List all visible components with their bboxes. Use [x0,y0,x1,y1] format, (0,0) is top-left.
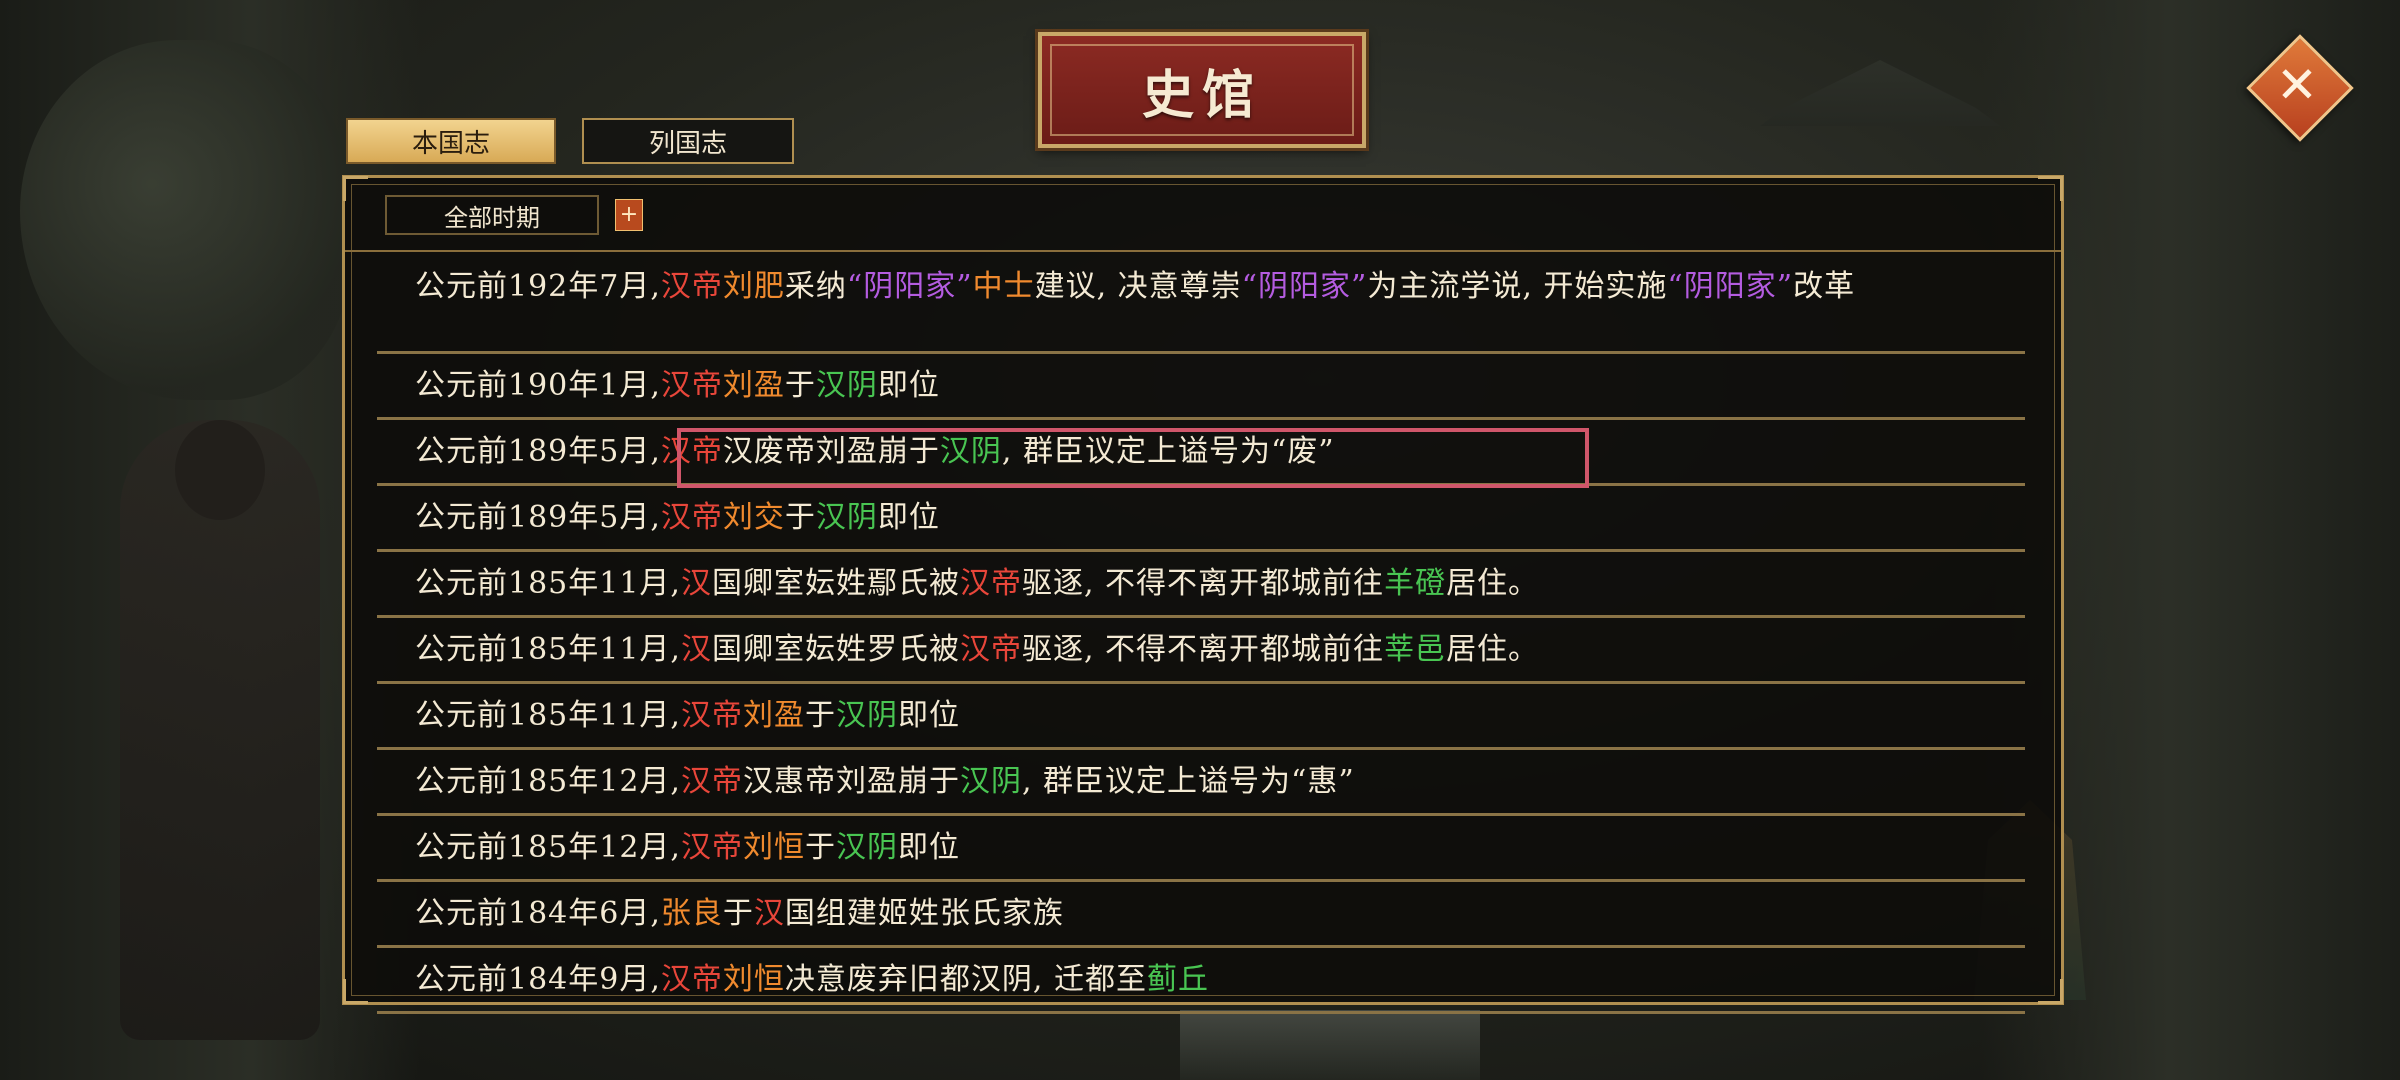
entry-text-segment: 驱逐, 不得不离开都城前往 [1021,566,1385,601]
entry-text-segment: 决意废弃旧都汉阴, 迁都至 [784,962,1147,997]
entry-text-segment: 汉阴 [835,830,898,865]
entry-text-segment: 公元前185年11月, [415,632,681,667]
entry-text-segment: 国卿室妘姓罗氏被 [711,632,960,667]
history-entry: 公元前185年11月,汉帝刘盈于汉阴即位 [377,684,2025,750]
entry-text-segment: 汉帝 [660,368,723,403]
entry-text-segment: 公元前185年12月, [415,830,681,865]
corner-ornament [2038,176,2063,201]
entry-text-segment: 公元前184年6月, [415,896,661,931]
entry-text-segment: 国组建姬姓张氏家族 [784,896,1064,931]
entry-text-segment: 汉阴 [815,500,878,535]
history-entry: 公元前185年12月,汉帝刘恒于汉阴即位 [377,816,2025,882]
entry-text-segment: 建议, 决意尊崇 [1034,269,1242,304]
entry-text-segment: 为主流学说, 开始实施 [1367,269,1668,304]
entry-text-segment: 刘盈 [722,368,785,403]
entry-text-segment: 汉帝 [680,764,743,799]
entry-text-segment: 汉帝 [660,269,723,304]
entry-text-segment: 居住。 [1446,632,1540,667]
corner-ornament [2038,979,2063,1004]
entry-text-segment: 公元前190年1月, [415,368,661,403]
entry-text-segment: 国卿室妘姓鄢氏被 [711,566,960,601]
entry-text-segment: 于 [784,500,816,535]
entry-text-segment: 刘恒 [742,830,805,865]
entry-text-segment: 即位 [877,368,940,403]
history-entry: 公元前190年1月,汉帝刘盈于汉阴即位 [377,354,2025,420]
entry-text-segment: 汉帝 [660,500,723,535]
divider [345,250,2061,252]
entry-text-segment: 张良 [660,896,723,931]
tab-foreign-history[interactable]: 列国志 [582,118,794,164]
entry-text-segment: 羊磴 [1384,566,1447,601]
history-entry: 公元前185年12月,汉帝汉惠帝刘盈崩于汉阴, 群臣议定上谥号为“惠” [377,750,2025,816]
entry-text-segment: “阴阳家” [1241,269,1368,304]
entry-text-segment: 改革 [1793,269,1856,304]
history-entry-list[interactable]: 公元前192年7月,汉帝刘肥采纳“阴阳家”中士建议, 决意尊崇“阴阳家”为主流学… [377,256,2025,1014]
background-waterfall [1180,1010,1480,1080]
entry-text-segment: 汉惠帝刘盈崩于 [742,764,960,799]
entry-text-segment: , 群臣议定上谥号为“惠” [1021,764,1355,799]
entry-text-segment: 公元前184年9月, [415,962,661,997]
entry-text-segment: 汉帝 [660,962,723,997]
entry-text-segment: 汉帝 [959,632,1022,667]
entry-text-segment: 即位 [877,500,940,535]
history-entry: 公元前185年11月,汉国卿室妘姓鄢氏被汉帝驱逐, 不得不离开都城前往羊磴居住。 [377,552,2025,618]
entry-text-segment: 汉帝 [959,566,1022,601]
close-icon[interactable]: ✕ [2262,50,2332,120]
entry-text-segment: 刘盈 [742,698,805,733]
history-entry: 公元前185年11月,汉国卿室妘姓罗氏被汉帝驱逐, 不得不离开都城前往莘邑居住。 [377,618,2025,684]
entry-text-segment: 采纳 [784,269,847,304]
entry-text-segment: 刘交 [722,500,785,535]
period-select[interactable]: 全部时期 [385,195,599,235]
entry-text-segment: 驱逐, 不得不离开都城前往 [1021,632,1385,667]
entry-text-segment: 汉阴 [959,764,1022,799]
entry-text-segment: 汉 [680,632,712,667]
entry-text-segment: 汉 [753,896,785,931]
history-entry: 公元前189年5月,汉帝刘交于汉阴即位 [377,486,2025,552]
entry-text-segment: 公元前189年5月, [415,500,661,535]
entry-text-segment: 汉帝 [680,830,743,865]
entry-text-segment: 中士 [972,269,1035,304]
entry-text-segment: 于 [804,830,836,865]
selection-highlight-box [677,428,1589,488]
entry-text-segment: 居住。 [1446,566,1540,601]
entry-text-segment: 刘肥 [722,269,785,304]
history-entry: 公元前184年9月,汉帝刘恒决意废弃旧都汉阴, 迁都至蓟丘 [377,948,2025,1014]
entry-text-segment: 公元前185年11月, [415,566,681,601]
history-entry: 公元前184年6月,张良于汉国组建姬姓张氏家族 [377,882,2025,948]
title-plaque: 史馆 [1038,32,1366,148]
entry-text-segment: 汉帝 [680,698,743,733]
plus-icon[interactable]: + [615,199,643,231]
background-figure-head [175,420,265,520]
entry-text-segment: 于 [722,896,754,931]
entry-text-segment: 公元前185年11月, [415,698,681,733]
entry-text-segment: 汉阴 [815,368,878,403]
entry-text-segment: 于 [804,698,836,733]
background-temple [1760,60,2000,126]
entry-text-segment: 蓟丘 [1146,962,1209,997]
history-entry: 公元前192年7月,汉帝刘肥采纳“阴阳家”中士建议, 决意尊崇“阴阳家”为主流学… [377,256,2025,354]
corner-ornament [343,979,368,1004]
corner-ornament [343,176,368,201]
entry-text-segment: 汉 [680,566,712,601]
entry-text-segment: 即位 [897,830,960,865]
tab-domestic-history[interactable]: 本国志 [346,118,556,164]
entry-text-segment: 即位 [897,698,960,733]
entry-text-segment: 刘恒 [722,962,785,997]
entry-text-segment: 公元前185年12月, [415,764,681,799]
entry-text-segment: “阴阳家” [1667,269,1794,304]
history-panel: 全部时期 + 公元前192年7月,汉帝刘肥采纳“阴阳家”中士建议, 决意尊崇“阴… [342,175,2064,1014]
entry-text-segment: 于 [784,368,816,403]
entry-text-segment: 公元前192年7月, [415,269,661,304]
entry-text-segment: 公元前189年5月, [415,434,661,469]
period-filter: 全部时期 + [385,195,643,235]
page-title: 史馆 [1141,64,1262,126]
entry-text-segment: 莘邑 [1384,632,1447,667]
entry-text-segment: 汉阴 [835,698,898,733]
entry-text-segment: “阴阳家” [846,269,973,304]
